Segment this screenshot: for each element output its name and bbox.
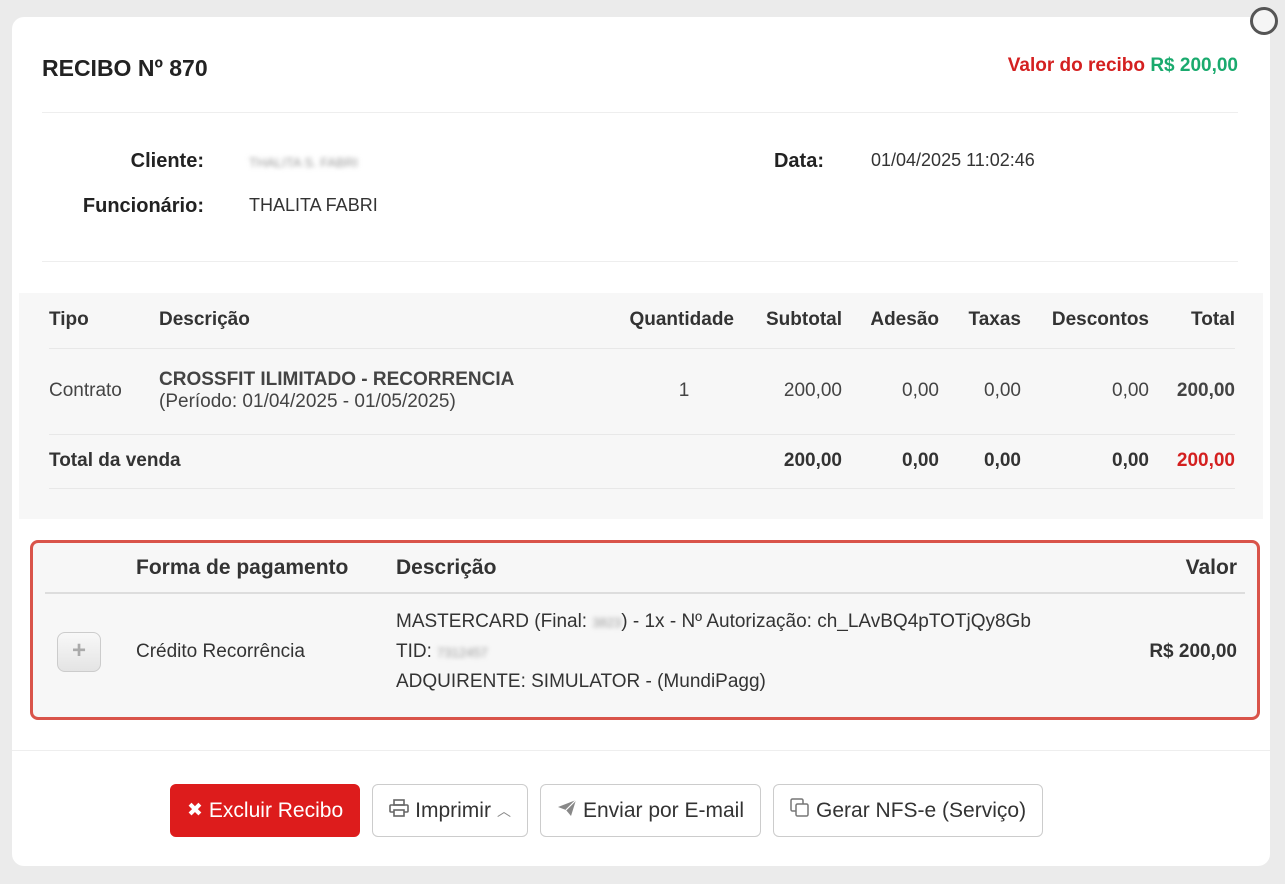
x-icon: ✖ (187, 800, 203, 821)
payment-section: Forma de pagamento Descrição Valor + Cré… (30, 540, 1260, 720)
totals-total: 200,00 (1149, 434, 1235, 489)
item-taxas: 0,00 (939, 348, 1021, 435)
totals-taxas: 0,00 (939, 434, 1021, 489)
col-adesao: Adesão (842, 293, 939, 349)
payment-forma: Crédito Recorrência (136, 640, 305, 662)
chevron-up-icon: ︿ (496, 802, 511, 819)
plus-icon[interactable]: + (57, 631, 101, 672)
card-final: 3823 (592, 615, 622, 630)
receipt-value: Valor do recibo R$ 200,00 (1008, 55, 1238, 77)
receipt-value-label: Valor do recibo (1007, 55, 1146, 76)
payment-card-line: MASTERCARD (Final: 3823) - 1x - Nº Autor… (396, 607, 1085, 637)
item-quantidade: 1 (594, 348, 734, 435)
item-descricao: CROSSFIT ILIMITADO - RECORRENCIA (Períod… (159, 348, 594, 435)
receipt-info: Cliente: THALITA S. FABRI Funcionário: T… (42, 113, 1238, 262)
item-tipo: Contrato (49, 348, 159, 435)
action-buttons: ✖ Excluir Recibo Imprimir ︿ Enviar por E… (170, 784, 1044, 837)
printer-icon (389, 798, 409, 823)
receipt-title: RECIBO Nº 870 (42, 55, 208, 81)
copy-icon (790, 797, 810, 824)
totals-subtotal: 200,00 (734, 434, 842, 489)
totals-adesao: 0,00 (842, 434, 939, 489)
date-value: 01/04/2025 11:02:46 (871, 150, 1035, 170)
close-icon[interactable] (1250, 7, 1278, 35)
date-label: Data: (773, 150, 824, 172)
col-tipo: Tipo (49, 293, 159, 349)
client-value: THALITA S. FABRI (249, 155, 358, 170)
items-section: Tipo Descrição Quantidade Subtotal Adesã… (19, 293, 1263, 519)
item-descontos: 0,00 (1021, 348, 1149, 435)
items-header-row: Tipo Descrição Quantidade Subtotal Adesã… (49, 293, 1235, 349)
items-table: Tipo Descrição Quantidade Subtotal Adesã… (49, 293, 1235, 489)
item-total: 200,00 (1149, 348, 1235, 435)
client-label: Cliente: (130, 150, 204, 172)
paper-plane-icon (557, 799, 577, 823)
col-pagamento-descricao: Descrição (396, 543, 1085, 594)
table-row: + Crédito Recorrência MASTERCARD (Final:… (45, 593, 1245, 709)
payment-table: Forma de pagamento Descrição Valor + Cré… (45, 543, 1245, 709)
receipt-header: RECIBO Nº 870 Valor do recibo R$ 200,00 (42, 55, 1238, 113)
item-periodo: (Período: 01/04/2025 - 01/05/2025) (159, 391, 456, 412)
totals-row: Total da venda 200,00 0,00 0,00 0,00 200… (49, 434, 1235, 489)
print-button[interactable]: Imprimir ︿ (372, 784, 528, 837)
employee-label: Funcionário: (82, 195, 204, 217)
col-valor: Valor (1085, 543, 1245, 594)
col-descontos: Descontos (1021, 293, 1149, 349)
item-descricao-title: CROSSFIT ILIMITADO - RECORRENCIA (159, 369, 515, 390)
payment-header-row: Forma de pagamento Descrição Valor (45, 543, 1245, 594)
table-row: Contrato CROSSFIT ILIMITADO - RECORRENCI… (49, 348, 1235, 435)
actions-footer: ✖ Excluir Recibo Imprimir ︿ Enviar por E… (12, 750, 1270, 866)
totals-descontos: 0,00 (1021, 434, 1149, 489)
generate-nfse-button[interactable]: Gerar NFS-e (Serviço) (773, 784, 1044, 837)
item-subtotal: 200,00 (734, 348, 842, 435)
payment-descricao: MASTERCARD (Final: 3823) - 1x - Nº Autor… (396, 593, 1085, 709)
col-forma-pagamento: Forma de pagamento (136, 543, 396, 594)
totals-label: Total da venda (49, 434, 734, 489)
tid-value: 7312457 (437, 645, 488, 660)
col-quantidade: Quantidade (594, 293, 734, 349)
item-adesao: 0,00 (842, 348, 939, 435)
col-descricao: Descrição (159, 293, 594, 349)
receipt-value-amount: R$ 200,00 (1150, 55, 1238, 76)
receipt-modal: RECIBO Nº 870 Valor do recibo R$ 200,00 … (12, 7, 1278, 866)
col-subtotal: Subtotal (734, 293, 842, 349)
payment-acquirer-line: ADQUIRENTE: SIMULATOR - (MundiPagg) (396, 671, 766, 692)
col-total: Total (1149, 293, 1235, 349)
payment-valor: R$ 200,00 (1149, 640, 1237, 662)
send-email-button[interactable]: Enviar por E-mail (539, 784, 762, 837)
delete-receipt-button[interactable]: ✖ Excluir Recibo (170, 784, 361, 837)
employee-value: THALITA FABRI (249, 195, 378, 215)
col-taxas: Taxas (939, 293, 1021, 349)
payment-tid-line: TID: 7312457 (396, 637, 1085, 667)
